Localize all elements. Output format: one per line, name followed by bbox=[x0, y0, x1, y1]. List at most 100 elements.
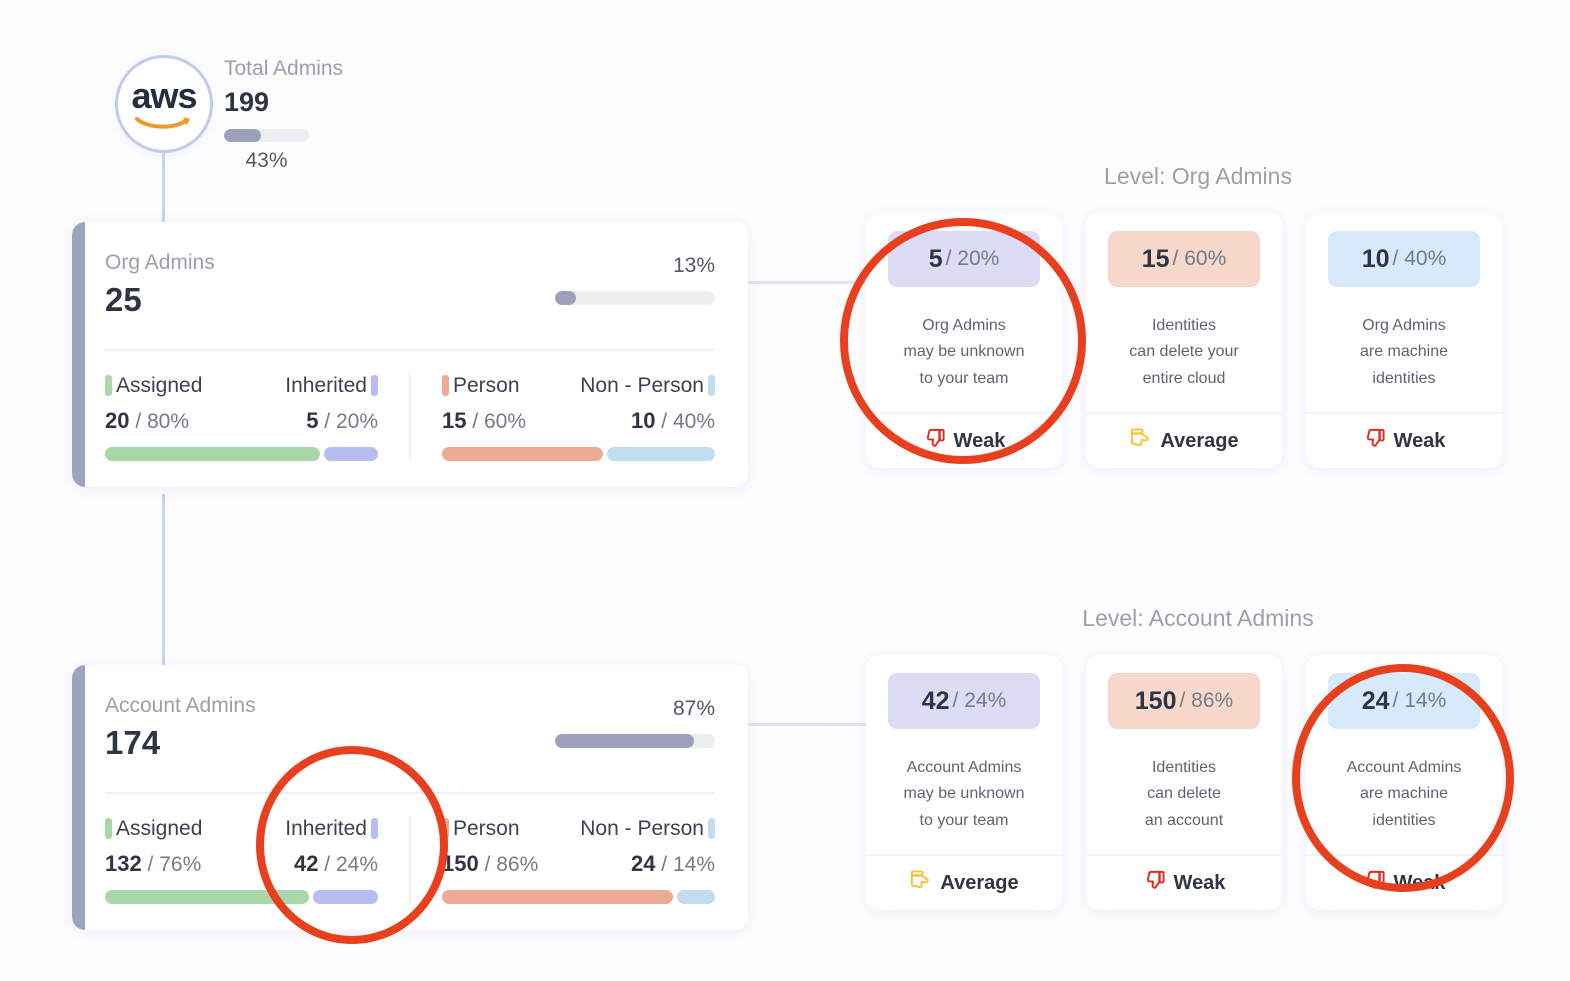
non-person-value: 10 / 40% bbox=[630, 407, 715, 433]
non-person-color-chip bbox=[708, 818, 715, 840]
metric-description: Org Admins are machine identities bbox=[1359, 317, 1449, 387]
org-admins-identity-group: Person Non - Person 15 / 60% 10 / 40% bbox=[409, 373, 715, 461]
level-group-org-admins: Level: Org Admins 5 / 20% Org Admins may … bbox=[866, 163, 1530, 469]
dashboard-canvas: aws Total Admins 199 43% Org Admins 25 1… bbox=[0, 0, 1570, 981]
account-admins-card-title: Account Admins bbox=[105, 694, 256, 717]
account-admins-progress-fill bbox=[555, 734, 695, 749]
metric-pill: 24 / 14% bbox=[1328, 673, 1480, 729]
account-admins-card-divider bbox=[105, 791, 715, 794]
org-admins-card-divider bbox=[105, 348, 715, 351]
metric-percent: / 24% bbox=[952, 689, 1007, 712]
metric-description: Account Admins may be unknown to your team bbox=[903, 759, 1025, 829]
metric-card-org-delete-cloud[interactable]: 15 / 60% Identities can delete your entire… bbox=[1086, 213, 1282, 469]
total-admins-label: Total Admins bbox=[224, 57, 344, 80]
metric-percent: / 60% bbox=[1172, 247, 1227, 270]
metric-card-account-unknown[interactable]: 42 / 24% Account Admins may be unknown to … bbox=[866, 655, 1062, 911]
metric-value: 15 bbox=[1141, 244, 1170, 273]
account-admins-card-count: 174 bbox=[105, 724, 161, 762]
thumbs-side-icon bbox=[909, 869, 932, 897]
legend-inherited-label: Inherited bbox=[285, 816, 367, 840]
account-admins-progress-track bbox=[555, 734, 715, 749]
legend-assigned-label: Assigned bbox=[116, 373, 203, 397]
metric-card-account-delete[interactable]: 150 / 86% Identities can delete an account… bbox=[1086, 655, 1282, 911]
metric-rating-row: Weak bbox=[866, 412, 1062, 468]
legend-person: Person bbox=[442, 374, 520, 398]
metric-value: 10 bbox=[1361, 244, 1390, 273]
inherited-color-chip bbox=[371, 375, 378, 397]
inherited-bar-segment bbox=[313, 889, 378, 904]
org-admins-card-title: Org Admins bbox=[105, 251, 215, 274]
legend-person-label: Person bbox=[453, 816, 520, 840]
org-admins-card[interactable]: Org Admins 25 13% Assigned Inherited 20 … bbox=[72, 222, 748, 487]
total-admins-block: Total Admins 199 43% bbox=[224, 55, 404, 173]
assigned-color-chip bbox=[105, 818, 112, 840]
assigned-bar-segment bbox=[105, 889, 310, 904]
org-admins-card-percent: 13% bbox=[672, 254, 715, 277]
legend-inherited: Inherited bbox=[285, 817, 378, 841]
metric-card-account-machine[interactable]: 24 / 14% Account Admins are machine identi… bbox=[1306, 655, 1502, 911]
metric-card-org-unknown[interactable]: 5 / 20% Org Admins may be unknown to your … bbox=[866, 213, 1062, 469]
metric-rating-row: Average bbox=[866, 854, 1062, 910]
thumbs-down-icon bbox=[923, 427, 946, 455]
aws-provider-node[interactable]: aws bbox=[115, 55, 213, 153]
metric-rating-label: Weak bbox=[1393, 429, 1446, 452]
account-admins-assignment-group: Assigned Inherited 132 / 76% 42 / 24% bbox=[105, 817, 409, 904]
metric-rating-row: Weak bbox=[1306, 412, 1502, 468]
org-admins-progress-fill bbox=[555, 291, 576, 306]
person-value: 15 / 60% bbox=[442, 407, 527, 433]
metric-rating-label: Weak bbox=[953, 429, 1006, 452]
metric-percent: / 20% bbox=[945, 247, 1000, 270]
total-admins-percent: 43% bbox=[245, 148, 288, 172]
account-admins-card[interactable]: Account Admins 174 87% Assigned Inherite… bbox=[72, 665, 748, 930]
level-account-admins-title: Level: Account Admins bbox=[1082, 605, 1314, 631]
legend-inherited-label: Inherited bbox=[285, 373, 367, 397]
metric-percent: / 86% bbox=[1179, 689, 1234, 712]
total-admins-progress-fill bbox=[224, 128, 261, 142]
metric-rating-row: Weak bbox=[1086, 854, 1282, 910]
metric-card-org-machine[interactable]: 10 / 40% Org Admins are machine identities… bbox=[1306, 213, 1502, 469]
metric-pill: 5 / 20% bbox=[888, 231, 1040, 287]
metric-description: Identities can delete your entire cloud bbox=[1129, 317, 1239, 387]
level-org-admins-title: Level: Org Admins bbox=[1104, 163, 1292, 189]
assigned-color-chip bbox=[105, 375, 112, 397]
person-value: 150 / 86% bbox=[442, 850, 539, 876]
assigned-inherited-bar bbox=[105, 889, 378, 904]
person-color-chip bbox=[442, 375, 449, 397]
non-person-value: 24 / 14% bbox=[630, 850, 715, 876]
legend-person: Person bbox=[442, 817, 520, 841]
metric-percent: / 14% bbox=[1392, 689, 1447, 712]
total-admins-value: 199 bbox=[224, 87, 270, 118]
person-color-chip bbox=[442, 818, 449, 840]
metric-percent: / 40% bbox=[1392, 247, 1447, 270]
metric-pill: 150 / 86% bbox=[1108, 673, 1260, 729]
person-bar-segment bbox=[442, 446, 604, 461]
person-bar-segment bbox=[442, 889, 674, 904]
legend-assigned: Assigned bbox=[105, 817, 202, 841]
inherited-value: 42 / 24% bbox=[293, 850, 378, 876]
non-person-color-chip bbox=[708, 375, 715, 397]
metric-value: 42 bbox=[921, 686, 950, 715]
metric-value: 24 bbox=[1361, 686, 1390, 715]
assigned-value: 132 / 76% bbox=[105, 850, 202, 876]
org-admins-progress-track bbox=[555, 291, 715, 306]
metric-pill: 42 / 24% bbox=[888, 673, 1040, 729]
connector-account-to-level bbox=[746, 723, 866, 726]
level-group-account-admins: Level: Account Admins 42 / 24% Account A… bbox=[866, 605, 1530, 911]
thumbs-down-icon bbox=[1363, 869, 1386, 897]
non-person-bar-segment bbox=[677, 889, 715, 904]
connector-aws-to-org bbox=[162, 148, 165, 226]
aws-wordmark: aws bbox=[131, 75, 197, 116]
metric-value: 5 bbox=[928, 244, 943, 273]
metric-rating-row: Average bbox=[1086, 412, 1282, 468]
metric-rating-label: Weak bbox=[1173, 871, 1226, 894]
legend-person-label: Person bbox=[453, 373, 520, 397]
legend-assigned-label: Assigned bbox=[116, 816, 203, 840]
metric-rating-label: Average bbox=[1160, 429, 1239, 452]
legend-non-person: Non - Person bbox=[580, 817, 715, 841]
assigned-value: 20 / 80% bbox=[105, 407, 190, 433]
inherited-color-chip bbox=[371, 818, 378, 840]
assigned-bar-segment bbox=[105, 446, 321, 461]
inherited-bar-segment bbox=[324, 446, 378, 461]
org-admins-card-count: 25 bbox=[105, 281, 142, 319]
account-admins-card-percent: 87% bbox=[672, 697, 715, 720]
